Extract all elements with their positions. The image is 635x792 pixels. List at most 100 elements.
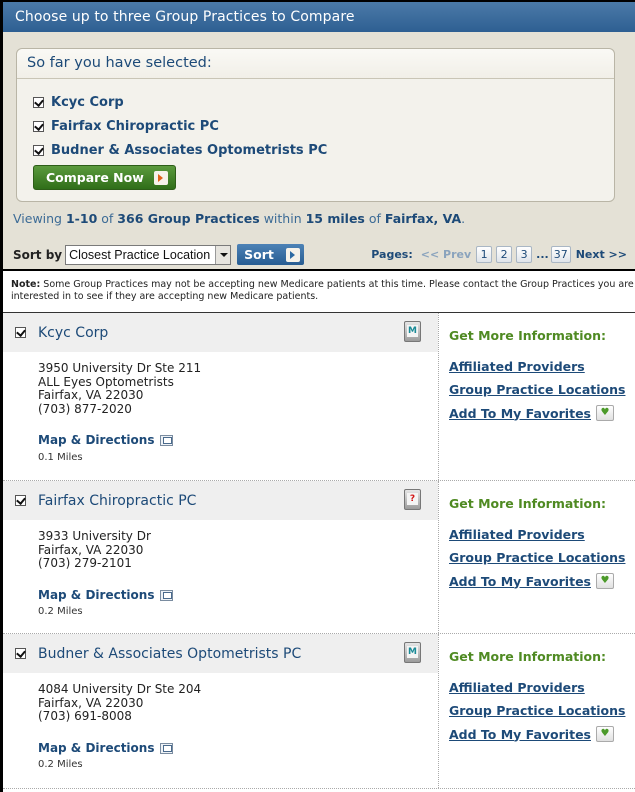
viewing-within: within: [263, 211, 302, 226]
viewing-total: 366 Group Practices: [117, 211, 260, 226]
selected-list: Kcyc Corp Fairfax Chiropractic PC Budner…: [17, 79, 614, 190]
pagination: Pages: << Prev 1 2 3 ... 37 Next >>: [371, 246, 627, 263]
affiliated-providers-link[interactable]: Affiliated Providers: [449, 359, 635, 374]
add-to-favorites-link[interactable]: Add To My Favorites: [449, 574, 591, 589]
sort-button[interactable]: Sort: [237, 244, 304, 265]
affiliated-providers-link[interactable]: Affiliated Providers: [449, 527, 635, 542]
favorites-row: Add To My Favorites ♥: [449, 405, 635, 421]
compare-now-label: Compare Now: [46, 170, 144, 185]
map-directions-label: Map & Directions: [38, 433, 155, 447]
chevron-right-icon: [153, 170, 168, 185]
medicare-icon-glyph: M: [407, 646, 418, 658]
group-practice-locations-link[interactable]: Group Practice Locations: [449, 550, 635, 565]
map-directions-link[interactable]: Map & Directions: [38, 433, 438, 448]
result-details: Kcyc Corp M 3950 University Dr Ste 211 A…: [3, 313, 439, 480]
compare-checkbox[interactable]: [15, 648, 26, 659]
address-line: Fairfax, VA 22030: [38, 695, 144, 710]
result-address: 3933 University Dr Fairfax, VA 22030 (70…: [3, 520, 438, 627]
result-header: Fairfax Chiropractic PC ?: [3, 481, 438, 520]
address-line: Fairfax, VA 22030: [38, 542, 144, 557]
selected-item-label: Fairfax Chiropractic PC: [51, 118, 219, 134]
medicare-unknown-icon[interactable]: ?: [404, 489, 421, 510]
next-page-link[interactable]: Next >>: [576, 248, 627, 261]
favorites-row: Add To My Favorites ♥: [449, 726, 635, 742]
result-header: Budner & Associates Optometrists PC M: [3, 634, 438, 673]
distance-text: 0.2 Miles: [38, 759, 83, 770]
selected-checkbox[interactable]: [33, 120, 44, 132]
page-title: Choose up to three Group Practices to Co…: [3, 2, 635, 32]
more-info-panel: Get More Information: Affiliated Provide…: [439, 481, 635, 633]
selected-box: So far you have selected: Kcyc Corp Fair…: [16, 48, 615, 202]
result-header: Kcyc Corp M: [3, 313, 438, 352]
new-window-icon: [160, 435, 174, 447]
sort-selected-option: Closest Practice Location: [69, 247, 211, 262]
phone-number: (703) 877-2020: [38, 401, 132, 416]
dropdown-arrow-icon[interactable]: [215, 245, 231, 264]
selected-item-label: Kcyc Corp: [51, 94, 124, 110]
favorites-row: Add To My Favorites ♥: [449, 573, 635, 589]
practice-name[interactable]: Kcyc Corp: [38, 325, 108, 341]
note-text: Some Group Practices may not be acceptin…: [11, 279, 634, 302]
page-link-3[interactable]: 3: [516, 246, 533, 263]
selected-box-title: So far you have selected:: [17, 49, 614, 79]
selected-checkbox[interactable]: [33, 96, 44, 108]
add-to-favorites-link[interactable]: Add To My Favorites: [449, 406, 591, 421]
medicare-accepting-icon[interactable]: M: [404, 321, 421, 342]
pager-ellipsis: ...: [536, 248, 549, 261]
address-line: 4084 University Dr Ste 204: [38, 682, 202, 696]
more-info-title: Get More Information:: [449, 649, 607, 664]
result-row: Kcyc Corp M 3950 University Dr Ste 211 A…: [3, 313, 635, 481]
page-link-2[interactable]: 2: [496, 246, 513, 263]
distance-text: 0.2 Miles: [38, 606, 83, 617]
add-to-favorites-link[interactable]: Add To My Favorites: [449, 727, 591, 742]
viewing-location: Fairfax, VA: [384, 211, 462, 226]
new-window-icon: [160, 589, 174, 601]
selected-item: Budner & Associates Optometrists PC: [33, 138, 614, 162]
viewing-distance: 15 miles: [305, 211, 365, 226]
compare-checkbox[interactable]: [15, 495, 26, 506]
note-label: Note:: [11, 279, 41, 290]
selection-panel: So far you have selected: Kcyc Corp Fair…: [3, 32, 635, 269]
page-link-1[interactable]: 1: [476, 246, 493, 263]
sort-row: Sort by Closest Practice Location Sort P…: [13, 244, 627, 265]
result-address: 3950 University Dr Ste 211 ALL Eyes Opto…: [3, 352, 438, 472]
more-info-title: Get More Information:: [449, 496, 607, 511]
address-line: 3950 University Dr Ste 211: [38, 361, 202, 375]
prev-page-link[interactable]: << Prev: [421, 248, 471, 261]
page-link-last[interactable]: 37: [550, 246, 571, 263]
heart-icon[interactable]: ♥: [596, 726, 614, 742]
map-directions-link[interactable]: Map & Directions: [38, 740, 438, 756]
pages-label: Pages:: [371, 248, 413, 261]
compare-now-button[interactable]: Compare Now: [33, 165, 176, 190]
map-directions-link[interactable]: Map & Directions: [38, 588, 438, 603]
result-row: Fairfax Chiropractic PC ? 3933 Universit…: [3, 481, 635, 634]
heart-icon[interactable]: ♥: [596, 405, 614, 421]
address-line: 3933 University Dr: [38, 529, 151, 543]
medicare-note: Note: Some Group Practices may not be ac…: [3, 269, 635, 313]
result-details: Budner & Associates Optometrists PC M 40…: [3, 634, 439, 788]
selected-checkbox[interactable]: [33, 144, 44, 156]
selected-item: Fairfax Chiropractic PC: [33, 114, 614, 138]
map-directions-label: Map & Directions: [38, 740, 155, 755]
medicare-icon-glyph: M: [407, 325, 418, 337]
more-info-title: Get More Information:: [449, 328, 607, 343]
new-window-icon: [160, 742, 174, 754]
group-practice-locations-link[interactable]: Group Practice Locations: [449, 382, 635, 397]
medicare-icon-glyph: ?: [407, 493, 418, 505]
viewing-of2: of: [368, 211, 381, 226]
practice-name[interactable]: Fairfax Chiropractic PC: [38, 493, 196, 509]
viewing-summary: Viewing 1-10 of 366 Group Practices with…: [13, 211, 615, 226]
results-list: Kcyc Corp M 3950 University Dr Ste 211 A…: [3, 313, 635, 789]
sort-select[interactable]: Closest Practice Location: [65, 244, 232, 265]
medicare-accepting-icon[interactable]: M: [404, 642, 421, 663]
sort-by-label: Sort by: [13, 247, 63, 262]
selected-item-label: Budner & Associates Optometrists PC: [51, 142, 328, 158]
group-practice-locations-link[interactable]: Group Practice Locations: [449, 703, 635, 718]
compare-checkbox[interactable]: [15, 327, 26, 338]
practice-name[interactable]: Budner & Associates Optometrists PC: [38, 646, 301, 662]
selected-item: Kcyc Corp: [33, 90, 614, 114]
address-line: ALL Eyes Optometrists: [38, 374, 174, 389]
heart-icon[interactable]: ♥: [596, 573, 614, 589]
viewing-suffix: .: [461, 211, 466, 226]
affiliated-providers-link[interactable]: Affiliated Providers: [449, 680, 635, 695]
